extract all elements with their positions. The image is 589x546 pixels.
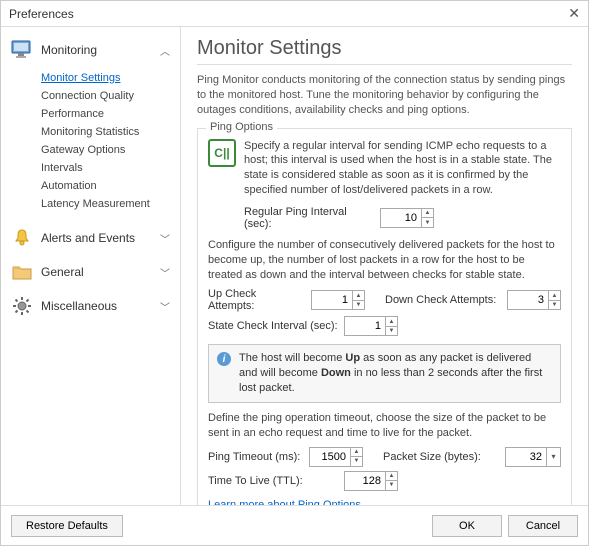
info-icon: i [217,352,231,366]
down-check-label: Down Check Attempts: [385,294,501,306]
folder-icon [11,261,33,283]
spin-down-icon[interactable]: ▼ [422,218,433,227]
sidebar-item-monitor-settings[interactable]: Monitor Settings [41,69,176,87]
category-label: General [41,265,84,279]
spin-up-icon[interactable]: ▲ [386,317,397,327]
chevron-down-icon: ﹀ [160,265,170,280]
spin-up-icon[interactable]: ▲ [386,472,397,482]
regular-interval-input[interactable] [381,209,421,227]
gear-icon [11,295,33,317]
sidebar-item-performance[interactable]: Performance [41,105,176,123]
up-check-stepper[interactable]: ▲▼ [311,290,365,310]
content-pane: Monitor Settings Ping Monitor conducts m… [181,27,588,505]
cancel-button[interactable]: Cancel [508,515,578,537]
sidebar-category-general[interactable]: General ﹀ [5,255,176,289]
spin-down-icon[interactable]: ▼ [549,301,560,310]
ttl-stepper[interactable]: ▲▼ [344,471,398,491]
state-check-label: State Check Interval (sec): [208,320,338,332]
sidebar-item-intervals[interactable]: Intervals [41,159,176,177]
category-label: Alerts and Events [41,231,135,245]
timeout-label: Ping Timeout (ms): [208,451,303,463]
state-check-input[interactable] [345,317,385,335]
sidebar-item-connection-quality[interactable]: Connection Quality [41,87,176,105]
page-title: Monitor Settings [197,37,572,60]
sidebar: Monitoring ︿ Monitor Settings Connection… [1,27,181,505]
chevron-up-icon: ︿ [160,43,170,58]
learn-more-link[interactable]: Learn more about Ping Options [208,499,361,505]
ping-options-group: Ping Options C|| Specify a regular inter… [197,128,572,505]
spin-up-icon[interactable]: ▲ [351,448,362,458]
chevron-down-icon: ﹀ [160,231,170,246]
spin-down-icon[interactable]: ▼ [386,481,397,490]
chevron-down-icon: ﹀ [160,299,170,314]
spin-down-icon[interactable]: ▼ [351,457,362,466]
spin-up-icon[interactable]: ▲ [353,291,364,301]
packet-size-dropdown[interactable]: ▾ [505,447,561,467]
category-label: Monitoring [41,43,97,57]
monitoring-subitems: Monitor Settings Connection Quality Perf… [5,67,176,221]
info-text: The host will become Up as soon as any p… [239,351,552,396]
spin-down-icon[interactable]: ▼ [386,327,397,336]
sidebar-item-monitoring-statistics[interactable]: Monitoring Statistics [41,123,176,141]
monitor-icon [11,39,33,61]
desc-checks: Configure the number of consecutively de… [208,238,561,283]
spin-up-icon[interactable]: ▲ [422,209,433,219]
up-check-input[interactable] [312,291,352,309]
ok-button[interactable]: OK [432,515,502,537]
desc-regular-interval: Specify a regular interval for sending I… [244,139,561,198]
dialog-footer: Restore Defaults OK Cancel [1,505,588,545]
divider [197,64,572,65]
up-check-label: Up Check Attempts: [208,288,305,312]
spin-down-icon[interactable]: ▼ [353,301,364,310]
desc-timeout: Define the ping operation timeout, choos… [208,411,561,441]
sidebar-item-latency-measurement[interactable]: Latency Measurement [41,195,176,213]
category-label: Miscellaneous [41,299,117,313]
down-check-stepper[interactable]: ▲▼ [507,290,561,310]
status-infobox: i The host will become Up as soon as any… [208,344,561,403]
close-icon[interactable]: ✕ [568,5,580,22]
down-check-input[interactable] [508,291,548,309]
sidebar-category-monitoring[interactable]: Monitoring ︿ [5,33,176,67]
sidebar-category-alerts[interactable]: Alerts and Events ﹀ [5,221,176,255]
ttl-label: Time To Live (TTL): [208,475,338,487]
sidebar-item-automation[interactable]: Automation [41,177,176,195]
page-intro: Ping Monitor conducts monitoring of the … [197,73,572,118]
timeout-stepper[interactable]: ▲▼ [309,447,363,467]
timeout-input[interactable] [310,448,350,466]
regular-interval-label: Regular Ping Interval (sec): [244,206,374,230]
bell-icon [11,227,33,249]
restore-defaults-button[interactable]: Restore Defaults [11,515,123,537]
state-check-stepper[interactable]: ▲▼ [344,316,398,336]
sidebar-category-miscellaneous[interactable]: Miscellaneous ﹀ [5,289,176,323]
spin-up-icon[interactable]: ▲ [549,291,560,301]
regular-interval-stepper[interactable]: ▲▼ [380,208,434,228]
dropdown-icon[interactable]: ▾ [546,448,560,466]
group-title: Ping Options [206,121,277,133]
ping-icon: C|| [208,139,236,167]
ttl-input[interactable] [345,472,385,490]
window-title: Preferences [9,7,74,21]
packet-size-label: Packet Size (bytes): [383,451,499,463]
sidebar-item-gateway-options[interactable]: Gateway Options [41,141,176,159]
packet-size-input[interactable] [506,448,546,466]
titlebar: Preferences ✕ [1,1,588,27]
